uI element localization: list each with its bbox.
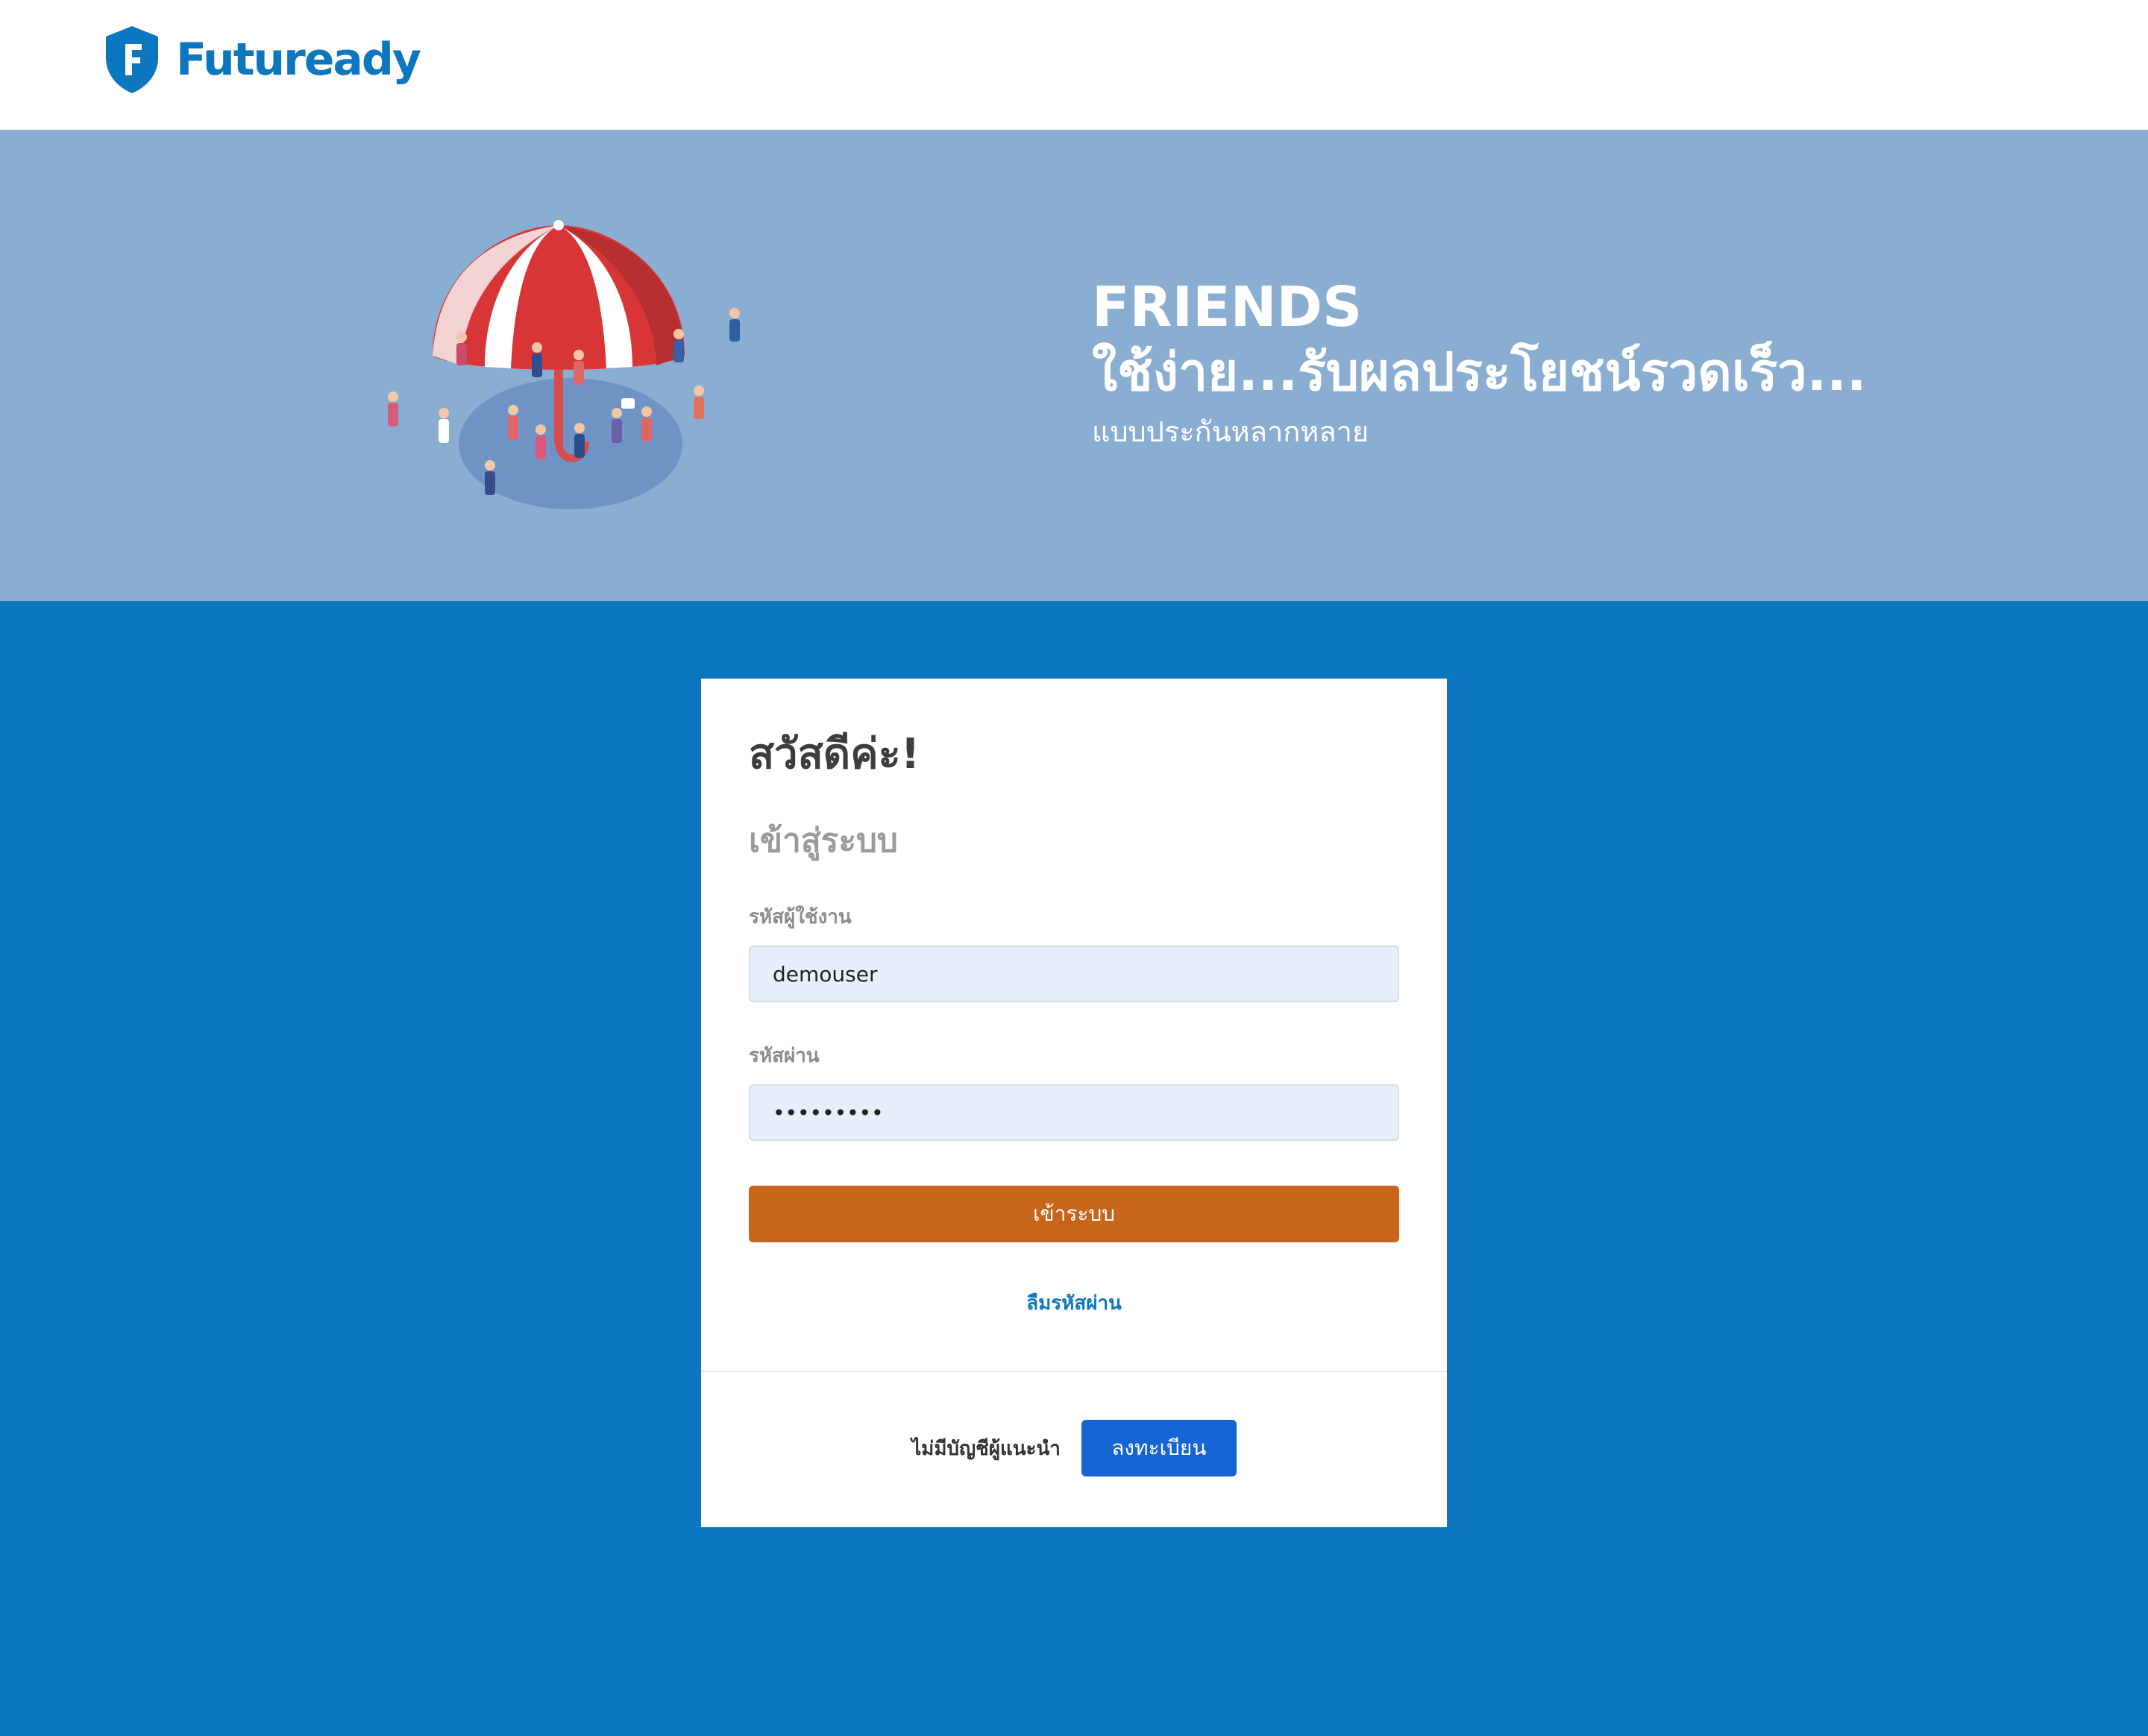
banner-title: FRIENDS [1092,275,1363,339]
banner-subtitle: ใช้ง่าย...รับผลประโยชน์รวดเร็ว... [1092,342,1867,403]
register-row: ไม่มีบัญชีผู้แนะนำ ลงทะเบียน [701,1420,1447,1476]
login-button[interactable]: เข้าระบบ [749,1186,1399,1242]
password-label: รหัสผ่าน [749,1045,820,1067]
username-label: รหัสผู้ใช้งาน [749,906,852,928]
login-card: สวัสดีค่ะ! เข้าสู่ระบบ รหัสผู้ใช้งาน รหั… [701,679,1447,1527]
password-input[interactable] [749,1084,1399,1141]
forgot-password-link[interactable]: ลืมรหัสผ่าน [701,1290,1447,1317]
card-divider [701,1371,1447,1372]
username-input[interactable] [749,946,1399,1002]
hero-banner: FRIENDS ใช้ง่าย...รับผลประโยชน์รวดเร็ว..… [0,130,2148,601]
brand-name: Futuready [176,34,421,86]
no-account-text: ไม่มีบัญชีผู้แนะนำ [911,1437,1061,1460]
login-heading: เข้าสู่ระบบ [749,822,898,860]
shield-logo-icon [106,26,158,93]
top-header: Futuready [0,0,2148,130]
brand-logo[interactable]: Futuready [103,22,421,97]
register-button[interactable]: ลงทะเบียน [1081,1420,1237,1476]
umbrella-with-people-illustration [388,220,740,509]
greeting-heading: สวัสดีค่ะ! [749,730,920,779]
banner-caption: แบบประกันหลากหลาย [1092,415,1369,448]
